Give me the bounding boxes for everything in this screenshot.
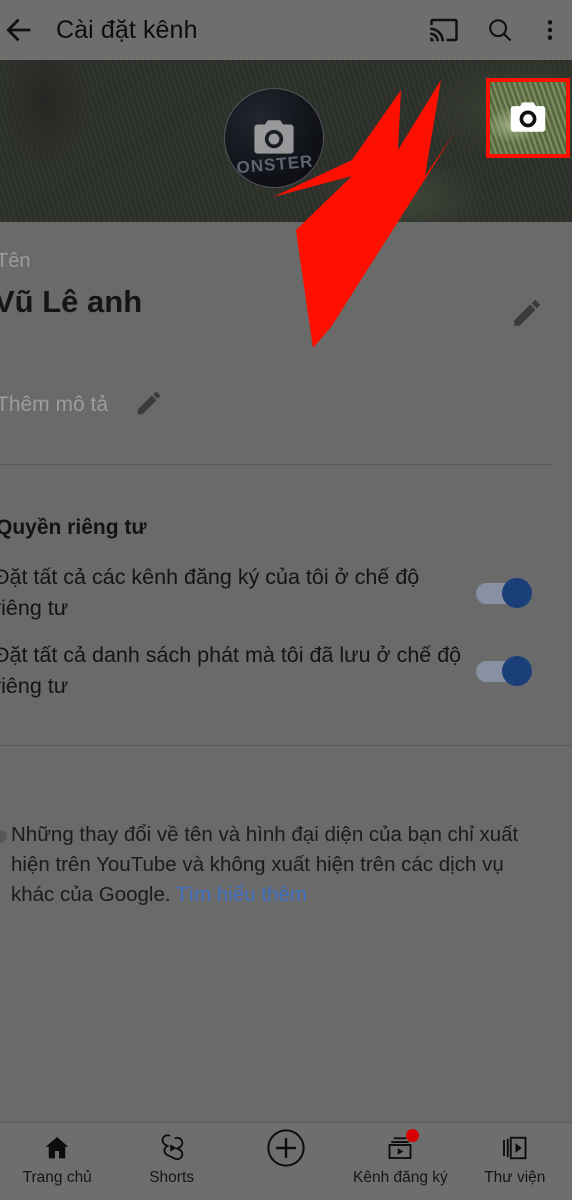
nav-label: Kênh đăng ký [353, 1169, 448, 1186]
library-icon [502, 1136, 527, 1160]
camera-icon [254, 120, 294, 154]
arrow-left-icon [6, 18, 31, 42]
toggle-knob [502, 577, 532, 608]
search-button[interactable] [472, 2, 528, 58]
subscriptions-icon-wrap [384, 1129, 420, 1164]
banner-edit-camera-button-highlight[interactable] [486, 78, 570, 158]
nav-item-library[interactable]: Thư viện [458, 1123, 572, 1200]
plus-circle-icon [267, 1129, 305, 1167]
nav-label: Thư viện [484, 1169, 546, 1186]
library-icon-wrap [500, 1132, 530, 1164]
privacy-subscriptions-toggle[interactable] [476, 577, 542, 608]
edit-name-button[interactable] [510, 296, 544, 335]
privacy-setting-label: Đặt tất cả các kênh đăng ký của tôi ở ch… [0, 565, 420, 620]
back-button[interactable] [0, 3, 46, 57]
privacy-setting-row-playlists[interactable]: Đặt tất cả danh sách phát mà tôi đã lưu … [0, 640, 572, 701]
plus-circle-icon-wrap [264, 1129, 308, 1167]
cast-button[interactable] [416, 2, 472, 58]
bottom-navigation-bar: Trang chủ Shorts Kênh đăng ký Thư viện [0, 1122, 572, 1200]
page-title: Cài đặt kênh [56, 15, 198, 44]
add-description-row[interactable]: Thêm mô tả [0, 386, 164, 423]
overflow-menu-button[interactable] [528, 2, 572, 58]
shorts-icon [161, 1134, 183, 1161]
privacy-setting-row-subscriptions[interactable]: Đặt tất cả các kênh đăng ký của tôi ở ch… [0, 562, 572, 623]
pencil-icon [514, 300, 540, 326]
channel-name-value: Vũ Lê anh [0, 284, 143, 319]
privacy-playlists-toggle[interactable] [476, 655, 542, 686]
shorts-icon-wrap [157, 1132, 187, 1164]
nav-label: Trang chủ [22, 1169, 92, 1186]
nav-label: Shorts [149, 1169, 195, 1186]
info-note: Những thay đổi về tên và hình đại diện c… [0, 820, 572, 910]
privacy-setting-label: Đặt tất cả danh sách phát mà tôi đã lưu … [0, 643, 462, 698]
learn-more-link[interactable]: Tìm hiểu thêm [176, 883, 307, 906]
note-bullet [0, 820, 11, 910]
home-icon-wrap [42, 1132, 72, 1164]
cast-icon [430, 18, 458, 42]
pencil-icon [137, 391, 161, 415]
channel-avatar[interactable]: ONSTER [224, 88, 324, 188]
section-divider [0, 745, 572, 746]
name-field-label: Tên [0, 250, 31, 272]
bullet-dot-icon [0, 830, 7, 843]
more-vert-icon [547, 20, 553, 40]
privacy-section-title: Quyền riêng tư [0, 516, 147, 539]
search-icon [489, 19, 512, 42]
home-icon [45, 1137, 69, 1159]
section-divider [0, 464, 552, 465]
top-app-bar: Cài đặt kênh [0, 0, 572, 60]
toggle-knob [502, 655, 532, 686]
camera-icon [510, 102, 546, 132]
nav-item-shorts[interactable]: Shorts [114, 1123, 228, 1200]
settings-content: Tên Vũ Lê anh Thêm mô tả Quyền riêng tư … [0, 222, 572, 1122]
note-text-block: Những thay đổi về tên và hình đại diện c… [11, 820, 559, 910]
nav-item-subscriptions[interactable]: Kênh đăng ký [343, 1123, 457, 1200]
notification-badge [406, 1129, 420, 1142]
top-bar-actions [416, 2, 572, 58]
edit-description-button[interactable] [134, 388, 164, 423]
nav-item-home[interactable]: Trang chủ [0, 1123, 114, 1200]
banner-edit-camera-button[interactable] [490, 82, 566, 154]
youtube-channel-settings-screen: Cài đặt kênh ONSTER Tên Vũ Lê anh Thêm m… [0, 0, 572, 1200]
nav-item-create[interactable] [229, 1123, 343, 1200]
description-placeholder: Thêm mô tả [0, 392, 109, 416]
